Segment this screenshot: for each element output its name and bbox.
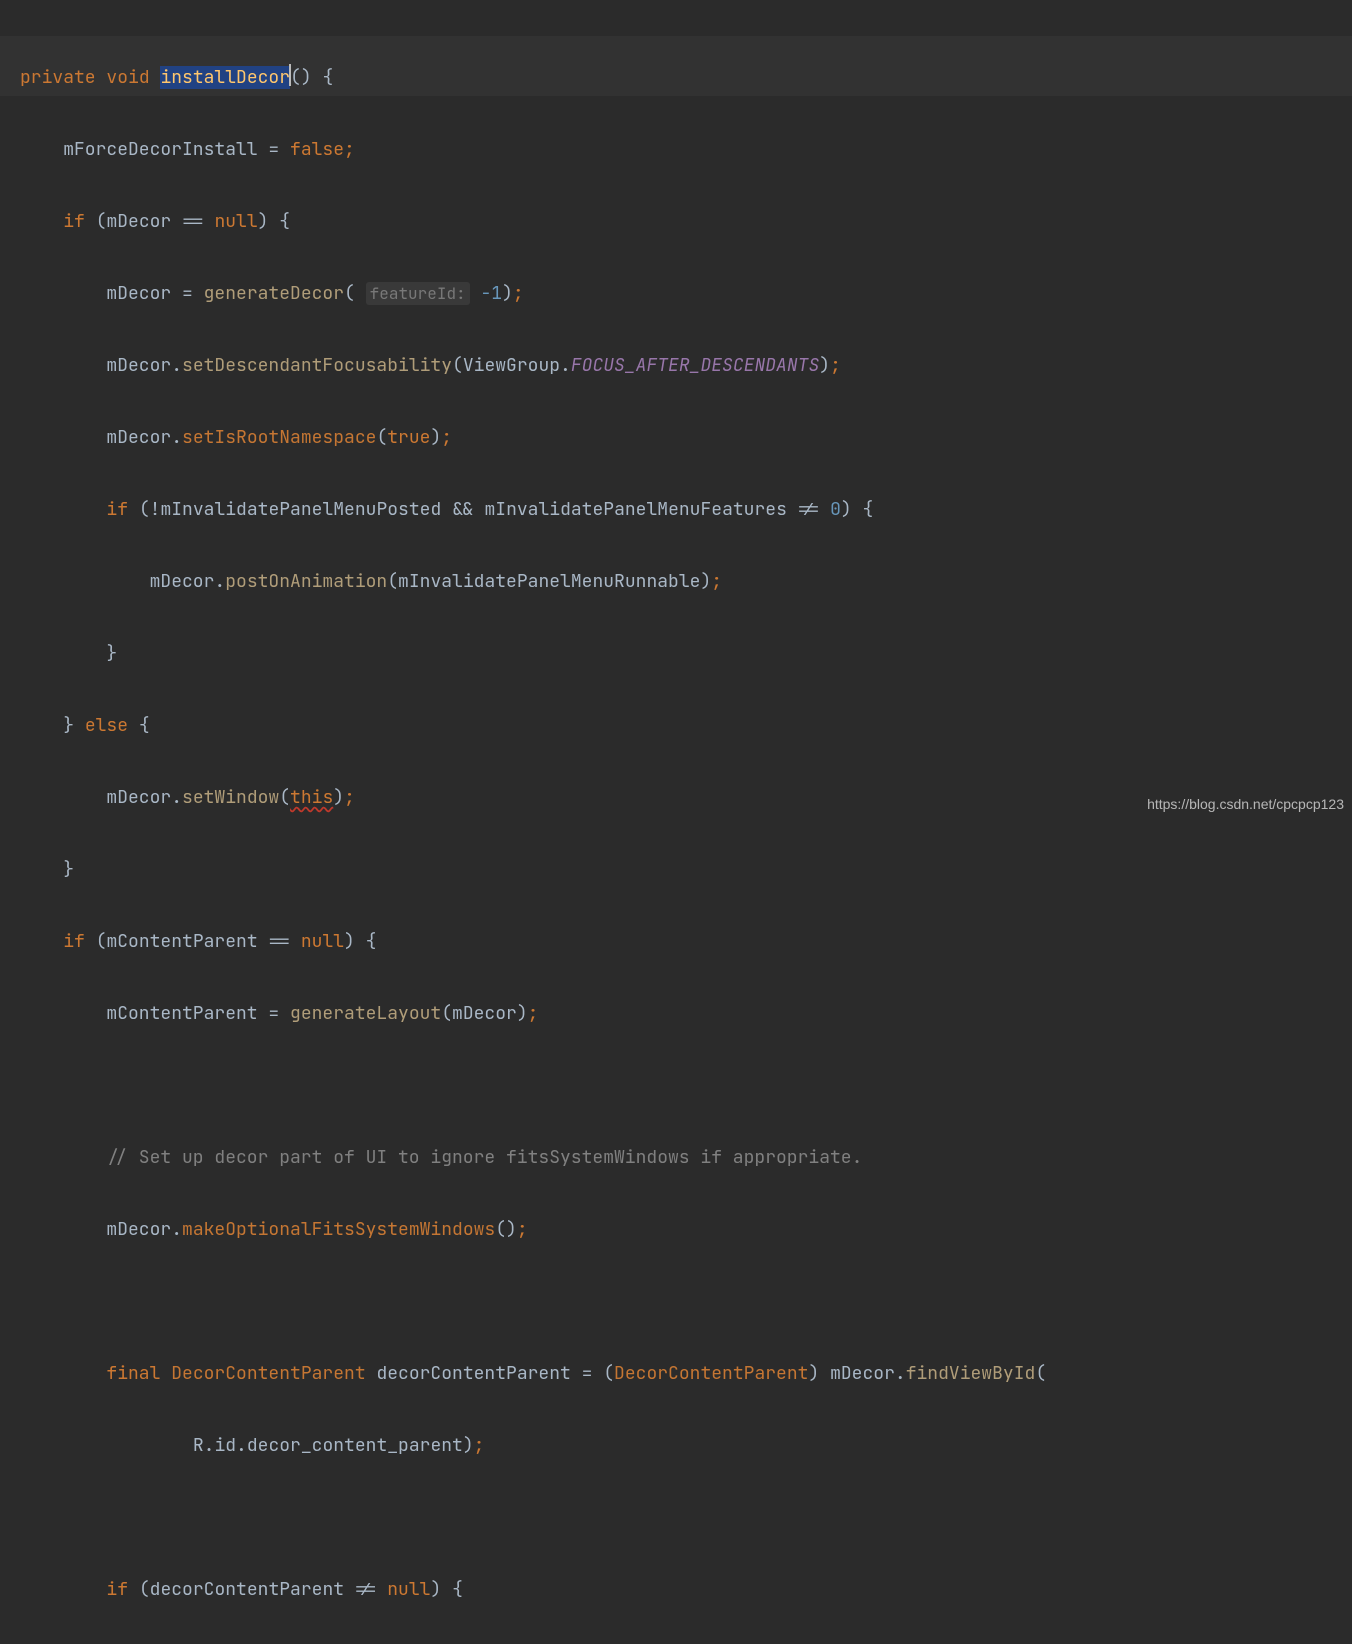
code-line-1[interactable]: private void installDecor() { (0, 36, 1352, 96)
brace: { (312, 66, 334, 89)
field: mForceDecorInstall (63, 138, 257, 161)
code-line-8[interactable]: mDecor.postOnAnimation(mInvalidatePanelM… (20, 564, 1352, 600)
code-line-2[interactable]: mForceDecorInstall = false; (20, 132, 1352, 168)
watermark: https://blog.csdn.net/cpcpcp123 (1147, 790, 1344, 818)
code-line-4[interactable]: mDecor = generateDecor( featureId: -1); (20, 276, 1352, 312)
code-line-12[interactable]: } (20, 852, 1352, 888)
code-line-10[interactable]: } else { (20, 708, 1352, 744)
param-hint: featureId: (366, 282, 470, 305)
code-line-13[interactable]: if (mContentParent == null) { (20, 924, 1352, 960)
comment: // Set up decor part of UI to ignore fit… (106, 1146, 862, 1169)
method-name-selected[interactable]: installDecor (160, 66, 290, 89)
keyword-private: private (20, 66, 96, 89)
code-line-3[interactable]: if (mDecor == null) { (20, 204, 1352, 240)
code-line-5[interactable]: mDecor.setDescendantFocusability(ViewGro… (20, 348, 1352, 384)
code-line-15[interactable] (20, 1068, 1352, 1104)
code-line-6[interactable]: mDecor.setIsRootNamespace(true); (20, 420, 1352, 456)
code-line-16[interactable]: // Set up decor part of UI to ignore fit… (20, 1140, 1352, 1176)
code-line-17[interactable]: mDecor.makeOptionalFitsSystemWindows(); (20, 1212, 1352, 1248)
code-line-19[interactable]: final DecorContentParent decorContentPar… (20, 1356, 1352, 1392)
code-line-21[interactable] (20, 1500, 1352, 1536)
code-line-7[interactable]: if (!mInvalidatePanelMenuPosted && mInva… (20, 492, 1352, 528)
code-line-9[interactable]: } (20, 636, 1352, 672)
code-line-20[interactable]: R.id.decor_content_parent); (20, 1428, 1352, 1464)
this-keyword-wavy: this (290, 786, 333, 809)
code-line-18[interactable] (20, 1284, 1352, 1320)
code-editor[interactable]: private void installDecor() { mForceDeco… (0, 0, 1352, 1644)
keyword-void: void (106, 66, 149, 89)
code-line-14[interactable]: mContentParent = generateLayout(mDecor); (20, 996, 1352, 1032)
parens: () (290, 66, 312, 89)
code-line-22[interactable]: if (decorContentParent != null) { (20, 1572, 1352, 1608)
